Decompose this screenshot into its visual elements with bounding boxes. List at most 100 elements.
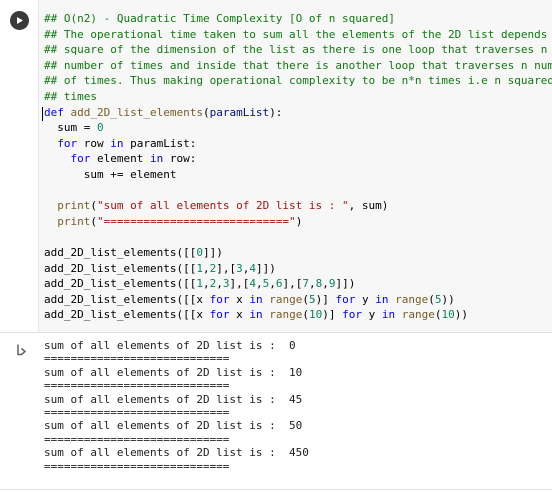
code-token: print xyxy=(57,199,91,213)
code-line: sum = 0 xyxy=(44,120,552,136)
code-token: 1 xyxy=(196,261,203,275)
code-token: add_2D_list_elements([[x xyxy=(44,292,210,306)
code-token: add_2D_list_elements([[x xyxy=(44,308,210,322)
code-token: ) xyxy=(295,214,303,228)
code-line: add_2D_list_elements([[x for x in range(… xyxy=(44,292,552,308)
code-token: 5 xyxy=(308,292,316,306)
code-token: range xyxy=(401,308,435,322)
code-token: ],[ xyxy=(229,277,250,291)
cell-output-divider xyxy=(0,332,552,333)
code-line: ## The operational time taken to sum all… xyxy=(44,27,552,43)
code-line: for element in row: xyxy=(44,151,552,167)
code-token: ## of times. Thus making operational com… xyxy=(44,74,552,88)
code-token: add_2D_list_elements([[ xyxy=(44,261,197,275)
code-line: ## O(n2) - Quadratic Time Complexity [O … xyxy=(44,11,552,27)
code-token: for xyxy=(342,308,362,322)
output-line: sum of all elements of 2D list is : 0 xyxy=(44,339,296,352)
output-line: ============================ xyxy=(44,405,230,419)
code-token: ( xyxy=(90,214,97,228)
code-token: range xyxy=(269,292,303,306)
code-token: , xyxy=(269,277,276,291)
code-token: ): xyxy=(269,105,283,119)
code-token: ]]) xyxy=(255,261,276,275)
code-token: ],[ xyxy=(216,261,237,275)
code-token: )] xyxy=(322,308,343,322)
code-token: paramList xyxy=(209,105,270,119)
code-token: , xyxy=(308,277,316,291)
code-line: print("sum of all elements of 2D list is… xyxy=(44,198,552,214)
code-token: ( xyxy=(428,292,435,306)
code-token: row: xyxy=(163,152,197,166)
code-token: 3 xyxy=(236,261,243,275)
notebook-cell: ## O(n2) - Quadratic Time Complexity [O … xyxy=(0,0,552,492)
output-line: sum of all elements of 2D list is : 50 xyxy=(44,419,303,433)
code-token: ( xyxy=(202,105,210,119)
output-line: ============================ xyxy=(44,432,230,446)
code-line: ## square of the dimension of the list a… xyxy=(44,42,552,58)
code-token: paramList: xyxy=(123,136,197,150)
output-arrow-icon xyxy=(17,344,27,356)
code-line: print("============================") xyxy=(44,214,552,230)
code-token: , xyxy=(202,261,210,275)
code-token: 10 xyxy=(441,308,455,322)
code-token: ## times xyxy=(44,89,97,103)
run-cell-button[interactable] xyxy=(10,11,29,30)
code-token: in xyxy=(149,152,164,166)
code-line: for row in paramList: xyxy=(44,136,552,152)
code-token: def xyxy=(44,105,71,119)
code-token: 0 xyxy=(196,245,203,259)
code-token: y xyxy=(361,308,382,322)
code-token: for xyxy=(335,292,356,306)
code-editor[interactable]: ## O(n2) - Quadratic Time Complexity [O … xyxy=(38,0,552,332)
code-line: ## times xyxy=(44,89,552,105)
code-token: ## square of the dimension of the list a… xyxy=(44,43,548,57)
code-token: add_2D_list_elements([[ xyxy=(44,245,197,259)
code-token: )] xyxy=(315,292,336,306)
code-token: ( xyxy=(302,292,309,306)
code-line: add_2D_list_elements([[1,2,3],[4,5,6],[7… xyxy=(44,276,552,292)
code-token: for xyxy=(70,152,91,166)
code-token: )) xyxy=(441,292,455,306)
code-token: 1 xyxy=(196,277,203,291)
code-token: ## The operational time taken to sum all… xyxy=(44,27,552,41)
code-token: )) xyxy=(454,308,468,322)
output-line: sum of all elements of 2D list is : 450 xyxy=(44,446,309,460)
code-token: add_2D_list_elements xyxy=(70,105,203,119)
code-token: sum += element xyxy=(44,167,177,181)
cell-bottom-border xyxy=(0,489,552,490)
code-token: 7 xyxy=(302,277,309,291)
code-token: ]]) xyxy=(335,277,356,291)
code-token: range xyxy=(395,292,429,306)
code-token: 10 xyxy=(308,308,323,322)
code-token: element xyxy=(90,152,150,166)
code-line: ## number of times and inside that there… xyxy=(44,58,552,74)
code-token: for xyxy=(209,292,230,306)
code-token: 4 xyxy=(249,277,256,291)
code-token: 4 xyxy=(249,261,256,275)
code-line: add_2D_list_elements([[1,2],[3,4]]) xyxy=(44,261,552,277)
code-block[interactable]: ## O(n2) - Quadratic Time Complexity [O … xyxy=(44,11,552,323)
code-token: x xyxy=(229,292,250,306)
code-token: , sum) xyxy=(348,199,389,213)
play-icon xyxy=(17,17,23,24)
code-token: in xyxy=(249,292,263,306)
code-token: ]]) xyxy=(202,245,223,259)
code-line: sum += element xyxy=(44,167,552,183)
code-token: for xyxy=(209,308,230,322)
code-token: in xyxy=(375,292,389,306)
code-line: ## of times. Thus making operational com… xyxy=(44,73,552,89)
output-line: ============================ xyxy=(44,459,230,473)
code-token: in xyxy=(381,308,396,322)
code-line: add_2D_list_elements([[x for x in range(… xyxy=(44,307,552,323)
code-line: add_2D_list_elements([[0]]) xyxy=(44,245,552,261)
output-line: sum of all elements of 2D list is : 10 xyxy=(44,365,303,379)
code-token: ## O(n2) - Quadratic Time Complexity [O … xyxy=(44,12,395,25)
output-line: ============================ xyxy=(44,352,230,366)
code-token: row xyxy=(77,136,111,150)
code-token: , xyxy=(322,277,329,291)
cell-output: sum of all elements of 2D list is : 0 ===… xyxy=(44,339,309,473)
